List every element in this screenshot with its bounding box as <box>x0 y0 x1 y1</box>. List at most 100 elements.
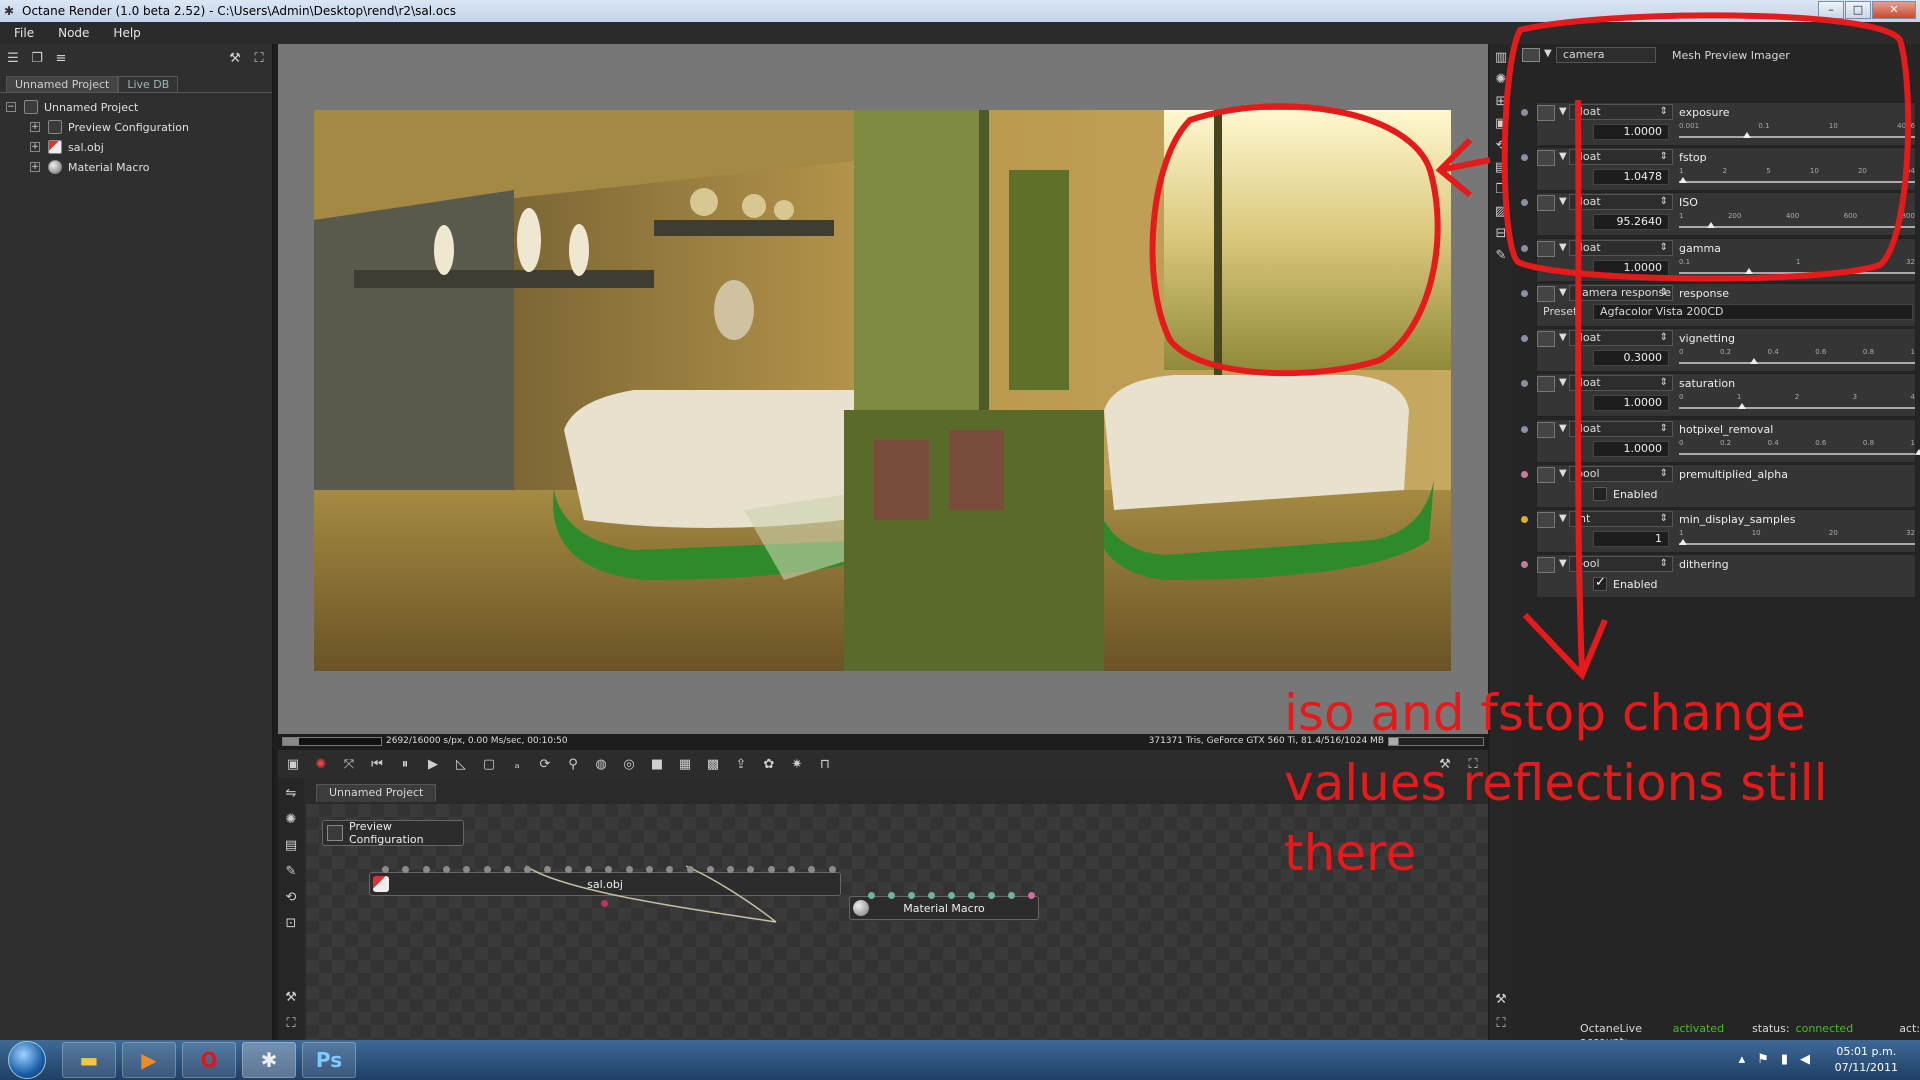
value-slider[interactable]: 0.1 1 32 <box>1679 258 1915 278</box>
region-icon[interactable]: ▢ <box>480 755 498 773</box>
auto-focus-icon[interactable]: ₐ <box>508 755 526 773</box>
environment-icon[interactable]: ⊞ <box>1492 92 1510 110</box>
type-select[interactable]: float <box>1569 104 1673 120</box>
list-icon[interactable]: ≡ <box>52 49 70 67</box>
collapse-icon[interactable]: ▼ <box>1559 468 1567 479</box>
render-target-icon[interactable]: ✺ <box>1492 70 1510 88</box>
checker-icon[interactable]: ▦ <box>676 755 694 773</box>
camera-icon[interactable]: ▥ <box>1492 48 1510 66</box>
volume-icon[interactable]: ◀ <box>1800 1052 1810 1067</box>
collapse-icon[interactable]: ▼ <box>1559 423 1567 434</box>
node-pin[interactable] <box>928 892 935 899</box>
system-clock[interactable]: 05:01 p.m. 07/11/2011 <box>1835 1044 1898 1076</box>
collapse-icon[interactable]: ▼ <box>1559 332 1567 343</box>
node-pin[interactable] <box>968 892 975 899</box>
start-orb-icon[interactable] <box>8 1041 46 1079</box>
node-pin[interactable] <box>422 866 430 873</box>
pick-focus-icon[interactable]: ◺ <box>452 755 470 773</box>
type-select[interactable]: float <box>1569 421 1673 437</box>
tree-item-material-macro[interactable]: + Material Macro <box>0 157 272 177</box>
wrench-icon[interactable]: ⚒ <box>282 988 300 1006</box>
expand-icon[interactable]: + <box>30 142 40 152</box>
type-select[interactable]: float <box>1569 194 1673 210</box>
photoshop-icon[interactable]: Ps <box>302 1042 356 1078</box>
expand-icon[interactable]: + <box>30 162 40 172</box>
grid-icon[interactable]: ▩ <box>704 755 722 773</box>
node-pin[interactable] <box>888 892 895 899</box>
value-field[interactable]: 95.2640 <box>1593 214 1669 230</box>
pause-icon[interactable]: ⏸ <box>396 755 414 773</box>
layers-icon[interactable]: ❐ <box>1492 180 1510 198</box>
node-pin[interactable] <box>564 866 572 873</box>
pin-dot[interactable] <box>1521 516 1528 523</box>
mesh-node-icon[interactable]: ✎ <box>282 862 300 880</box>
wrench-icon[interactable]: ⚒ <box>1492 990 1510 1008</box>
tab-live-db[interactable]: Live DB <box>118 76 179 92</box>
collapse-icon[interactable]: ▼ <box>1559 287 1567 298</box>
value-slider[interactable]: 0 0.2 0.4 0.6 0.8 1 <box>1679 348 1915 368</box>
value-field[interactable]: 1.0000 <box>1593 441 1669 457</box>
collapse-icon[interactable]: ▼ <box>1559 377 1567 388</box>
value-field[interactable]: 1.0000 <box>1593 124 1669 140</box>
value-slider[interactable]: 0 1 2 3 4 <box>1679 393 1915 413</box>
zoom-icon[interactable]: ⚲ <box>564 755 582 773</box>
type-select[interactable]: camera response <box>1569 285 1673 301</box>
node-pin[interactable] <box>686 866 694 873</box>
node-pin[interactable] <box>948 892 955 899</box>
slider-knob[interactable] <box>1915 449 1920 455</box>
edit-curve-icon[interactable] <box>1537 286 1555 302</box>
kernel-icon[interactable]: ▣ <box>1492 114 1510 132</box>
node-type-select[interactable]: camera <box>1556 47 1656 63</box>
play-icon[interactable]: ▶ <box>424 755 442 773</box>
value-slider[interactable]: 0.001 0.1 10 4096 <box>1679 122 1915 142</box>
sphere-icon[interactable]: ◍ <box>592 755 610 773</box>
image-icon[interactable]: ▨ <box>1492 202 1510 220</box>
tree-item-sal-obj[interactable]: + sal.obj <box>0 137 272 157</box>
node-graph-icon[interactable]: ⇋ <box>282 784 300 802</box>
edit-curve-icon[interactable] <box>1537 105 1555 121</box>
type-select[interactable]: float <box>1569 330 1673 346</box>
node-pin[interactable] <box>382 866 389 873</box>
node-pin[interactable] <box>767 866 775 873</box>
value-slider[interactable]: 1 200 400 600 800 <box>1679 212 1915 232</box>
collapse-icon[interactable]: ▼ <box>1544 48 1552 59</box>
menu-help[interactable]: Help <box>99 26 150 40</box>
type-select[interactable]: bool <box>1569 466 1673 482</box>
slider-knob[interactable] <box>1742 132 1751 138</box>
value-field[interactable]: 1.0000 <box>1593 395 1669 411</box>
save-render-icon[interactable]: ▣ <box>284 755 302 773</box>
rendered-image[interactable] <box>314 110 1451 671</box>
show-hidden-icons-icon[interactable]: ▴ <box>1739 1052 1746 1067</box>
recenter-icon[interactable]: ⤧ <box>340 755 358 773</box>
slider-knob[interactable] <box>1707 222 1716 228</box>
menu-node[interactable]: Node <box>44 26 99 40</box>
node-pin[interactable] <box>908 892 915 899</box>
close-button[interactable]: ✕ <box>1872 1 1916 19</box>
tab-unnamed-project[interactable]: Unnamed Project <box>6 76 119 92</box>
type-select[interactable]: int <box>1569 511 1673 527</box>
collapse-icon[interactable]: − <box>6 102 16 112</box>
texture-icon[interactable]: ▤ <box>1492 158 1510 176</box>
value-field[interactable]: 0.3000 <box>1593 350 1669 366</box>
material-node-icon[interactable]: ⟲ <box>282 888 300 906</box>
stop-icon[interactable]: ■ <box>648 755 666 773</box>
type-select[interactable]: bool <box>1569 556 1673 572</box>
minimize-button[interactable]: – <box>1818 1 1844 19</box>
material-icon[interactable]: ⟲ <box>1492 136 1510 154</box>
node-pin[interactable] <box>1028 892 1035 899</box>
camera-node-icon[interactable]: ▤ <box>282 836 300 854</box>
pin-dot[interactable] <box>1521 561 1528 568</box>
value-slider[interactable]: 1 10 20 32 <box>1679 529 1915 549</box>
collapse-icon[interactable]: ▼ <box>1559 558 1567 569</box>
palette-icon[interactable]: ✿ <box>760 755 778 773</box>
value-slider[interactable]: 0 0.2 0.4 0.6 0.8 1 <box>1679 439 1920 459</box>
pin-dot[interactable] <box>1521 426 1528 433</box>
fullscreen-icon[interactable]: ⛶ <box>250 49 268 67</box>
edit-curve-icon[interactable] <box>1537 241 1555 257</box>
type-select[interactable]: float <box>1569 240 1673 256</box>
explorer-icon[interactable]: ▬ <box>62 1042 116 1078</box>
slider-knob[interactable] <box>1745 268 1754 274</box>
edit-curve-icon[interactable] <box>1537 557 1555 573</box>
fullscreen-icon[interactable]: ⛶ <box>282 1014 300 1032</box>
network-icon[interactable]: ▮ <box>1781 1052 1788 1067</box>
